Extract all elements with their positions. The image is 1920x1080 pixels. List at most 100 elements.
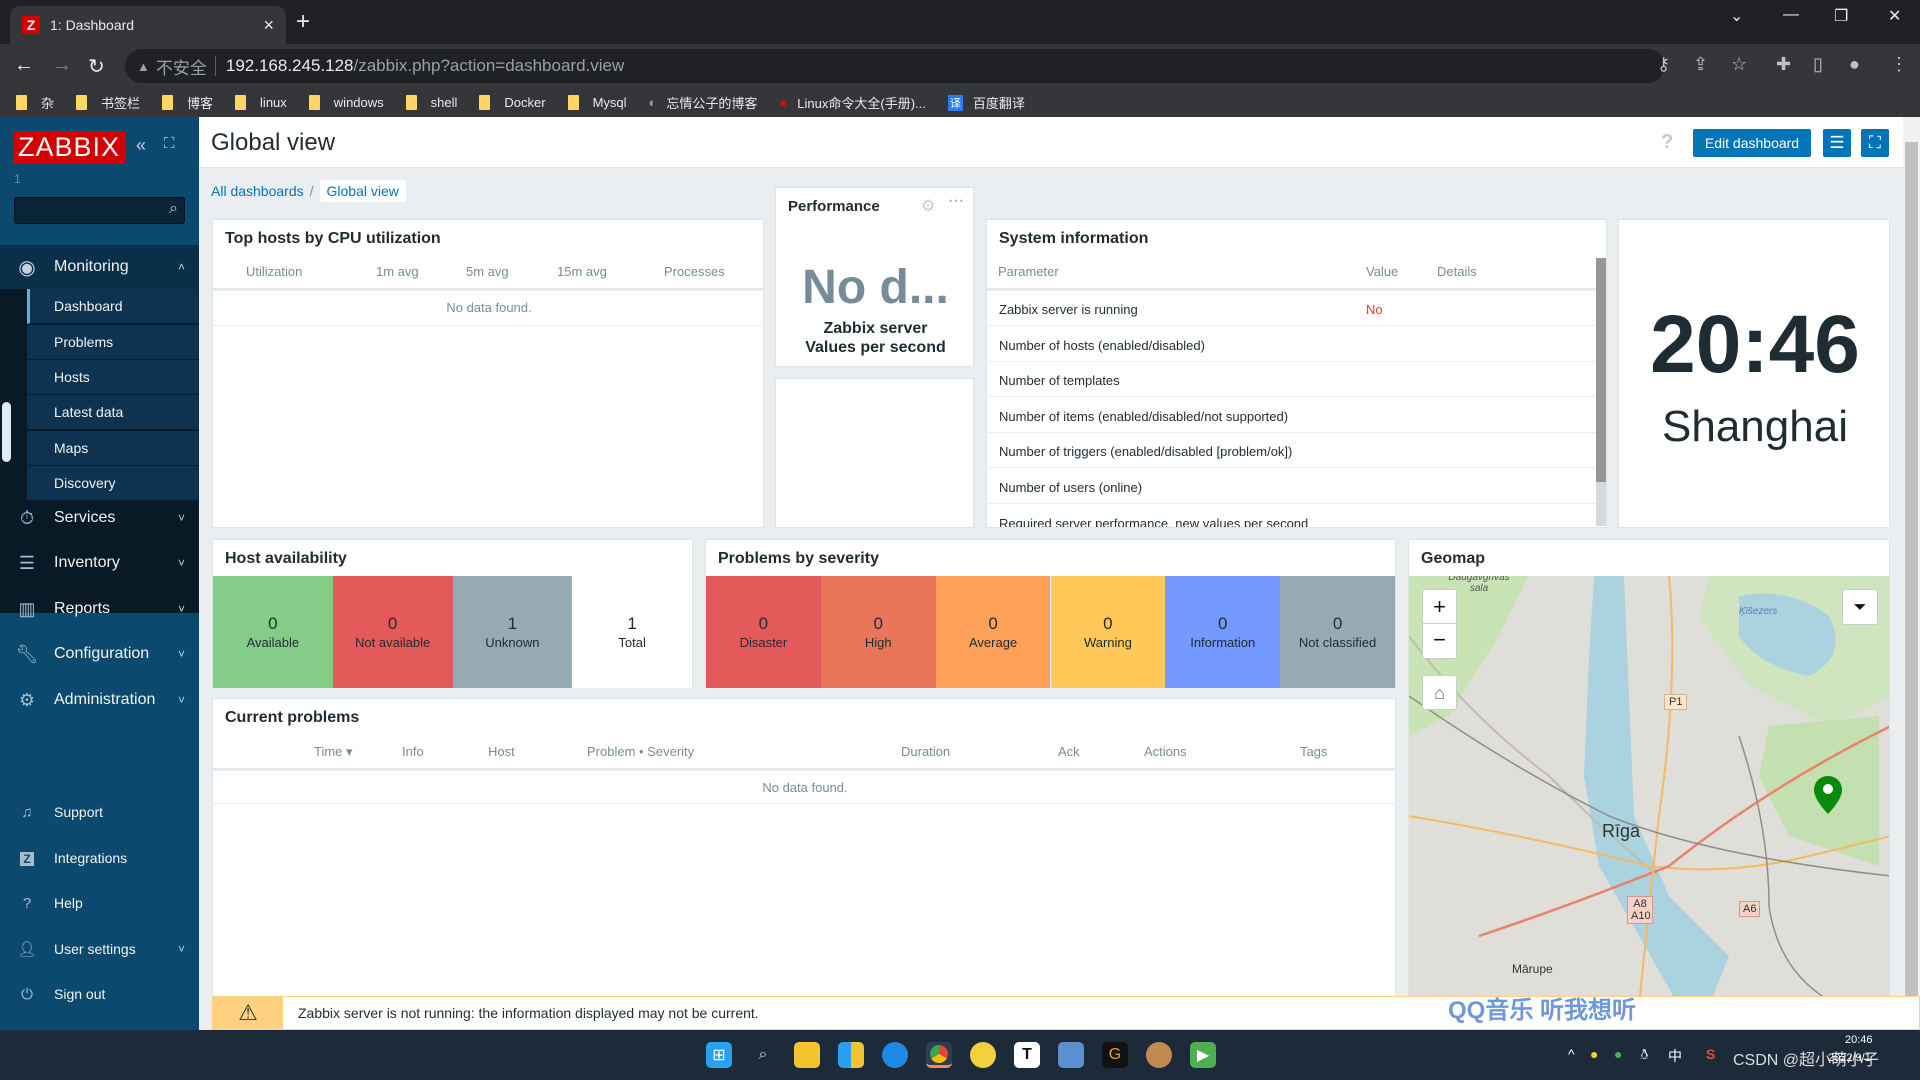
sidebar-search-input[interactable]: ⌕ [14,197,185,224]
bookmark-folder[interactable]: 博客 [162,93,213,112]
bookmark-link[interactable]: ● Linux命令大全(手册)... [779,93,925,112]
column-header-time[interactable]: Time ▾ [314,744,353,760]
zabbix-logo[interactable]: ZABBIX [13,131,126,164]
bookmark-folder[interactable]: shell [405,95,457,110]
tray-expand-icon[interactable]: ^ [1568,1046,1575,1062]
app-play-icon[interactable]: ▶ [1190,1042,1216,1068]
app-g-icon[interactable]: G [1102,1042,1128,1068]
column-header[interactable]: 5m avg [466,264,509,279]
minimize-icon[interactable]: — [1783,6,1799,24]
sidebar-item-sign-out[interactable]: ⏻ Sign out [0,976,199,1012]
taskbar-clock-time[interactable]: 20:46 [1845,1034,1873,1046]
browser-tab[interactable]: Z 1: Dashboard × [10,6,286,44]
severity-disaster[interactable]: 0 Disaster [706,576,821,688]
taskbar-search-icon[interactable]: ⌕ [750,1042,776,1068]
bookmark-folder[interactable]: Docker [479,95,546,110]
sidebar-item-reports[interactable]: ▥ Reports ˅ [0,587,199,631]
sidebar-item-integrations[interactable]: Z Integrations [0,840,199,876]
password-key-icon[interactable]: ⚷ [1657,54,1670,75]
sidebar-item-dashboard[interactable]: Dashboard [27,289,199,324]
host-availability-not-available[interactable]: 0 Not available [332,576,453,688]
bookmark-star-icon[interactable]: ☆ [1731,54,1747,75]
file-explorer-icon[interactable] [794,1042,820,1068]
bookmark-folder[interactable]: 杂 [16,93,54,112]
host-marker-pin-icon[interactable] [1814,776,1842,814]
sidebar-item-user-settings[interactable]: 👤︎ User settings ˅ [0,931,199,967]
column-header[interactable]: Processes [664,264,725,279]
page-scrollbar[interactable] [1903,117,1920,1030]
sidebar-item-problems[interactable]: Problems [27,325,199,360]
sidebar-item-inventory[interactable]: ☰ Inventory ˅ [0,541,199,585]
host-availability-unknown[interactable]: 1 Unknown [452,576,573,688]
extensions-icon[interactable]: ✚ [1776,54,1791,75]
bookmark-link[interactable]: ◐ 忘情公子的博客 [649,93,758,112]
remote-desktop-icon[interactable] [1058,1042,1084,1068]
edit-dashboard-button[interactable]: Edit dashboard [1693,129,1811,157]
tray-wechat-icon[interactable]: ● [1614,1046,1622,1062]
sidebar-item-latest-data[interactable]: Latest data [27,395,199,430]
bookmark-folder[interactable]: linux [235,95,287,110]
sogou-input-icon[interactable]: S [1706,1046,1715,1062]
collapse-sidebar-icon[interactable]: « [136,135,146,156]
bookmark-folder[interactable]: windows [308,95,384,110]
severity-information[interactable]: 0 Information [1165,576,1281,688]
windows-start-icon[interactable]: ⊞ [706,1042,732,1068]
sidebar-item-help[interactable]: ? Help [0,885,199,921]
column-header[interactable]: Utilization [246,264,302,279]
severity-high[interactable]: 0 High [820,576,936,688]
bookmark-folder[interactable]: 书签栏 [76,93,140,112]
qq-music-icon[interactable] [970,1042,996,1068]
bookmark-link[interactable]: 译百度翻译 [947,93,1025,112]
share-icon[interactable]: ⇪ [1693,54,1708,75]
side-panel-icon[interactable]: ▯ [1813,54,1823,75]
breadcrumb-all-dashboards[interactable]: All dashboards [211,183,304,199]
window-close-icon[interactable]: ✕ [1888,6,1901,26]
bookmark-folder[interactable]: Mysql [567,95,627,110]
map-home-icon[interactable]: ⌂ [1422,675,1457,710]
column-header[interactable]: 1m avg [376,264,419,279]
map-canvas[interactable]: Rīga P1 A8 A10 A6 Mārupe Ķīšezers Daugav… [1409,576,1889,1003]
browser-menu-icon[interactable]: ⋮ [1890,54,1908,75]
chrome-browser-icon[interactable] [926,1042,952,1068]
help-icon[interactable]: ? [1661,131,1673,154]
tray-qq-music-icon[interactable]: ● [1590,1046,1598,1062]
taskbar-clock-date[interactable]: 2022/9/1 [1828,1052,1871,1064]
sidebar-item-maps[interactable]: Maps [27,431,199,466]
reload-icon[interactable]: ↻ [88,54,105,79]
column-header[interactable]: 15m avg [557,264,607,279]
zoom-in-button[interactable]: + [1423,590,1456,624]
kiosk-mode-icon[interactable]: ⛶ [164,135,175,152]
severity-warning[interactable]: 0 Warning [1050,576,1166,688]
sidebar-scroll-handle[interactable] [2,402,11,462]
restore-icon[interactable]: ❐ [1834,6,1848,26]
sidebar-item-support[interactable]: ♫ Support [0,794,199,830]
tab-search-chevron-icon[interactable]: ⌄ [1730,6,1743,26]
host-availability-available[interactable]: 0 Available [213,576,333,688]
tray-qq-icon[interactable]: 🐧︎ [1640,1046,1649,1065]
back-icon[interactable]: ← [14,54,34,77]
typora-icon[interactable]: T [1014,1042,1040,1068]
sidebar-item-configuration[interactable]: 🔧︎ Configuration ˅ [0,632,199,676]
zoom-out-button[interactable]: − [1423,624,1456,658]
sidebar-item-hosts[interactable]: Hosts [27,360,199,395]
fullscreen-icon[interactable]: ⛶ [1861,129,1889,157]
app-store-icon[interactable] [838,1042,864,1068]
close-tab-icon[interactable]: × [263,15,274,36]
breadcrumb-current[interactable]: Global view [319,180,406,202]
widget-settings-icon[interactable]: ⚙ [921,196,935,216]
sidebar-item-monitoring[interactable]: ◉ Monitoring ˄ [0,245,199,289]
widget-more-icon[interactable]: ··· [948,192,964,210]
sidebar-item-services[interactable]: ⏱ Services ˅ [0,496,199,540]
forward-icon[interactable]: → [52,54,72,77]
new-tab-icon[interactable]: + [296,8,310,36]
app-avatar-icon[interactable] [1146,1042,1172,1068]
severity-not-classified[interactable]: 0 Not classified [1280,576,1395,688]
severity-average[interactable]: 0 Average [935,576,1051,688]
search-icon[interactable]: ⌕ [169,200,178,218]
sidebar-item-administration[interactable]: ⚙ Administration ˅ [0,678,199,722]
map-filter-icon[interactable]: ⏷ [1842,589,1878,625]
dashboard-actions-menu-icon[interactable]: ☰ [1823,129,1851,157]
ime-indicator[interactable]: 中 [1668,1046,1682,1066]
scrollbar-thumb[interactable] [1596,258,1606,482]
url-bar[interactable]: ▲ 不安全 192.168.245.128 /zabbix.php?action… [125,49,1665,83]
